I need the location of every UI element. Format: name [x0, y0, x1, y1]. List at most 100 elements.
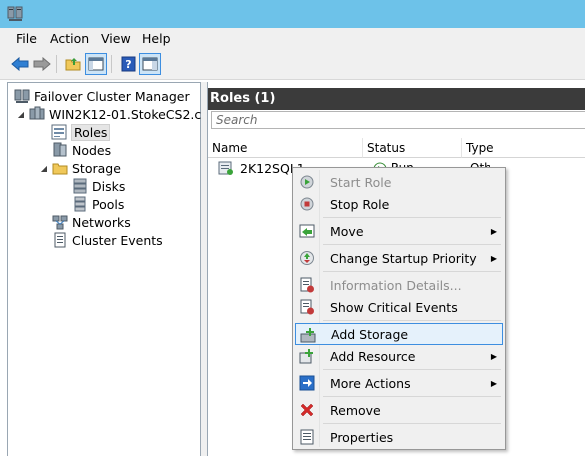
context-menu: Start Role Stop Role Move ▶ Change Start… [292, 167, 506, 450]
tree-item-nodes[interactable]: Nodes [52, 141, 111, 159]
help-icon: ? [121, 56, 135, 72]
menu-separator [323, 369, 501, 370]
tree-label: Cluster Events [72, 232, 163, 248]
show-hide-action-pane-button[interactable] [139, 53, 161, 75]
menu-item-label: Show Critical Events [330, 299, 458, 315]
submenu-arrow-icon: ▶ [490, 226, 497, 236]
tree-label: Pools [92, 196, 125, 212]
roles-icon [51, 124, 67, 140]
tree-item-pools[interactable]: Pools [72, 195, 124, 213]
expanded-arrow-icon[interactable]: ◢ [16, 110, 26, 119]
tree-item-networks[interactable]: Networks [52, 213, 131, 231]
forward-button[interactable] [31, 53, 53, 75]
up-folder-button[interactable] [62, 53, 84, 75]
menu-item-more-actions[interactable]: More Actions ▶ [295, 372, 503, 394]
tree-item-cluster-events[interactable]: Cluster Events [52, 231, 163, 249]
menu-item-label: Add Resource [330, 348, 416, 364]
tree-label: Disks [92, 178, 126, 194]
expanded-arrow-icon[interactable]: ◢ [39, 164, 49, 173]
menu-item-label: Information Details... [330, 277, 462, 293]
add-storage-icon [300, 328, 316, 343]
role-icon [218, 161, 233, 175]
menu-item-add-storage[interactable]: Add Storage [295, 323, 503, 345]
show-hide-console-tree-button[interactable] [85, 53, 107, 75]
menu-separator [323, 320, 501, 321]
tree-item-cluster[interactable]: ◢ WIN2K12-01.StokeCS2.co.u [16, 105, 221, 123]
nodes-icon [53, 142, 67, 157]
menu-item-label: Add Storage [331, 326, 409, 342]
menu-item-properties[interactable]: Properties [295, 426, 503, 448]
move-icon [299, 224, 315, 238]
tree-label: WIN2K12-01.StokeCS2.co.u [49, 106, 221, 122]
back-icon [11, 57, 29, 71]
svg-text:?: ? [125, 58, 131, 71]
tree-item-disks[interactable]: Disks [72, 177, 125, 195]
tree-label: Storage [72, 160, 121, 176]
more-actions-icon [299, 375, 315, 391]
tree-item-storage[interactable]: ◢ Storage [39, 159, 121, 177]
column-header-status[interactable]: Status [363, 138, 462, 158]
menu-help[interactable]: Help [142, 31, 171, 46]
critical-events-icon [300, 299, 314, 315]
title-bar [0, 0, 585, 28]
tree-label: Networks [72, 214, 131, 230]
menu-item-label: Stop Role [330, 196, 390, 212]
column-header-type[interactable]: Type [462, 138, 585, 158]
table-row[interactable]: 2K12SQL1 [212, 159, 305, 177]
failover-cluster-manager-icon [14, 89, 30, 103]
menu-file[interactable]: File [16, 31, 37, 46]
menu-item-add-resource[interactable]: Add Resource ▶ [295, 345, 503, 367]
menu-bar: File Action View Help [0, 28, 585, 50]
submenu-arrow-icon: ▶ [490, 253, 497, 263]
forward-icon [33, 57, 51, 71]
cluster-events-icon [54, 232, 66, 248]
stop-role-icon [300, 197, 314, 211]
search-input[interactable]: Search [211, 111, 585, 129]
tree-label: Nodes [72, 142, 112, 158]
tree-label: Failover Cluster Manager [34, 88, 190, 104]
console-tree: Failover Cluster Manager ◢ WIN2K12-01.St… [7, 82, 221, 456]
menu-action[interactable]: Action [50, 31, 89, 46]
pools-icon [74, 196, 86, 212]
startup-priority-icon [300, 251, 314, 265]
menu-item-label: Start Role [330, 174, 392, 190]
remove-icon [300, 403, 314, 417]
roles-header: Roles (1) [208, 88, 585, 110]
menu-item-label: Properties [330, 429, 394, 445]
menu-separator [323, 217, 501, 218]
toolbar-separator [56, 55, 57, 73]
storage-folder-icon [52, 163, 68, 175]
cluster-icon [29, 106, 45, 120]
submenu-arrow-icon: ▶ [490, 378, 497, 388]
menu-item-label: Move [330, 223, 364, 239]
disks-icon [73, 178, 87, 194]
menu-item-remove[interactable]: Remove [295, 399, 503, 421]
up-folder-icon [65, 58, 81, 71]
menu-separator [323, 423, 501, 424]
menu-item-information-details[interactable]: Information Details... [295, 274, 503, 296]
menu-item-move[interactable]: Move ▶ [295, 220, 503, 242]
menu-view[interactable]: View [101, 31, 131, 46]
help-button[interactable]: ? [117, 53, 139, 75]
tree-item-roles[interactable]: Roles [51, 123, 111, 141]
failover-cluster-app-icon [7, 6, 23, 21]
information-details-icon [300, 277, 314, 293]
toolbar: ? [0, 50, 585, 80]
menu-item-label: More Actions [330, 375, 411, 391]
menu-separator [323, 396, 501, 397]
show-tree-icon [88, 57, 104, 71]
tree-item-failover-cluster-manager[interactable]: Failover Cluster Manager [14, 87, 190, 105]
menu-item-show-critical-events[interactable]: Show Critical Events [295, 296, 503, 318]
back-button[interactable] [9, 53, 31, 75]
column-header-name[interactable]: Name [208, 138, 363, 158]
start-role-icon [300, 175, 314, 189]
show-action-pane-icon [142, 57, 158, 71]
properties-icon [300, 429, 314, 445]
menu-item-start-role[interactable]: Start Role [295, 171, 503, 193]
menu-item-change-startup-priority[interactable]: Change Startup Priority ▶ [295, 247, 503, 269]
menu-item-label: Remove [330, 402, 381, 418]
add-resource-icon [299, 349, 313, 364]
toolbar-separator [111, 55, 112, 73]
tree-label: Roles [71, 123, 111, 141]
menu-item-stop-role[interactable]: Stop Role [295, 193, 503, 215]
